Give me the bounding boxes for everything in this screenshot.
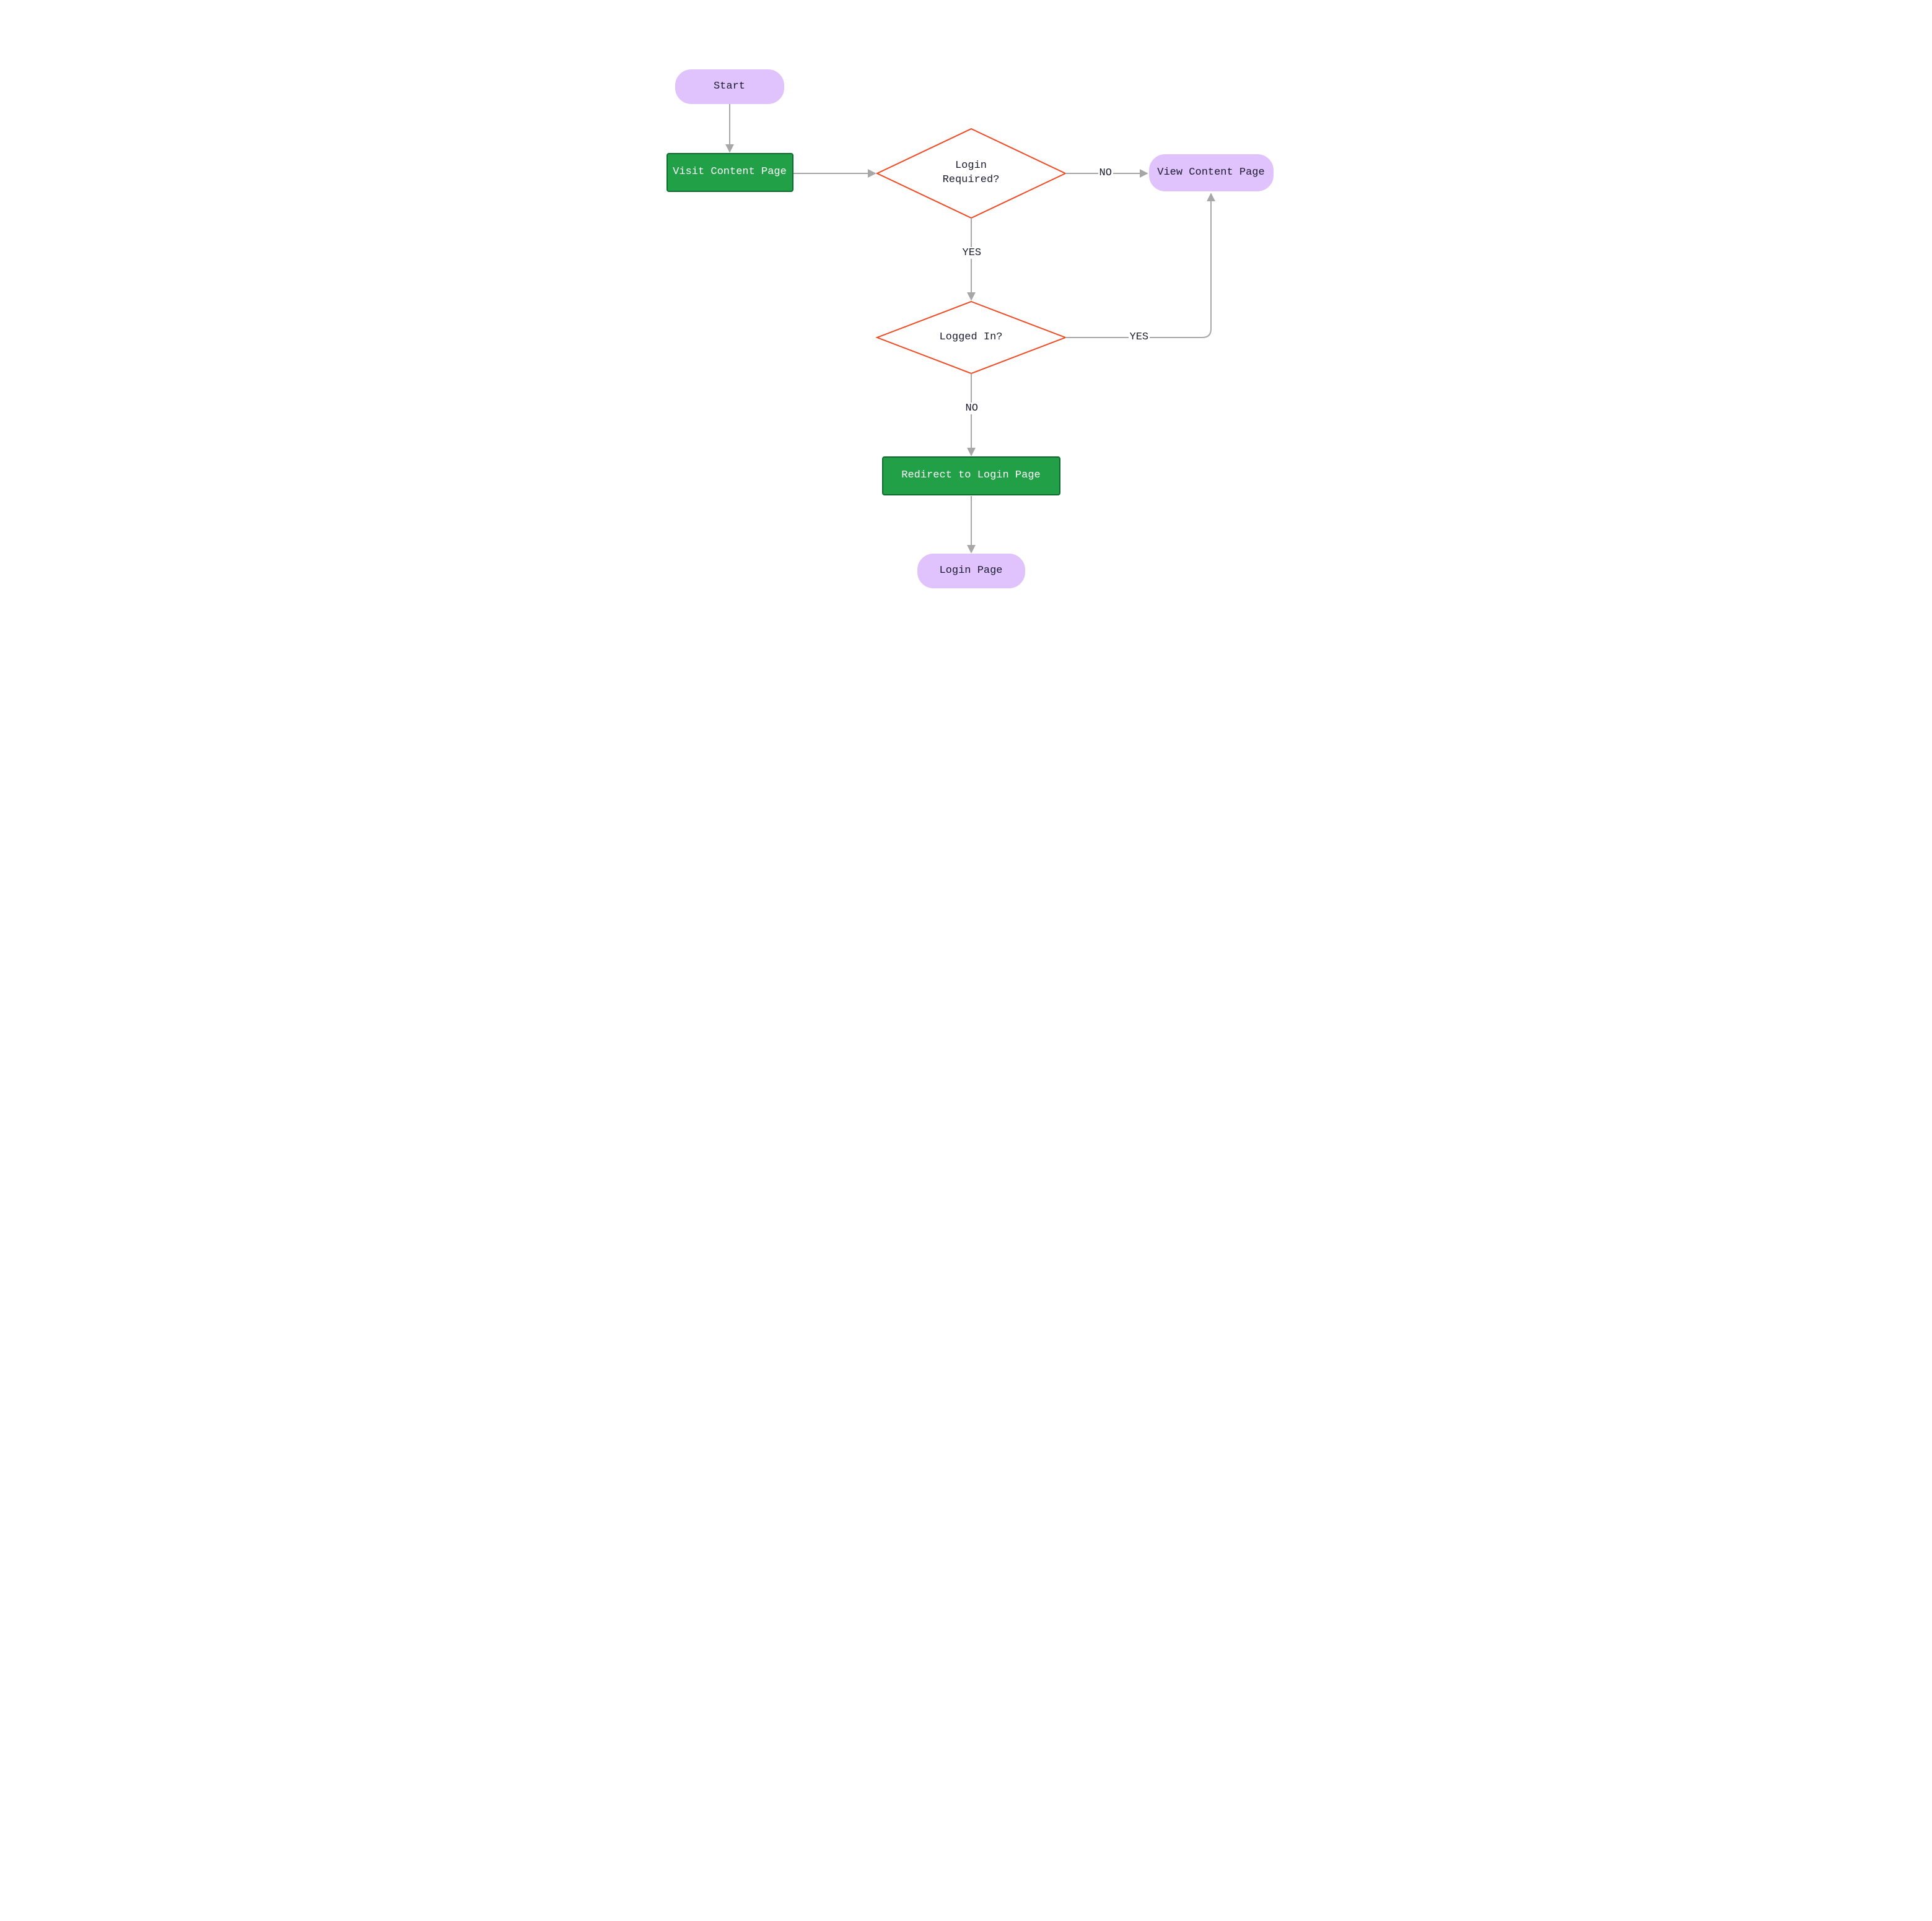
node-view-label: View Content Page <box>1157 166 1264 180</box>
edge-label-d1-no: NO <box>1098 167 1113 179</box>
edge-label-d1-yes: YES <box>961 247 983 259</box>
node-redirect-label: Redirect to Login Page <box>901 469 1040 483</box>
node-start-label: Start <box>714 80 745 94</box>
edge-label-d2-no: NO <box>964 403 979 414</box>
edge-label-d2-yes: YES <box>1129 331 1150 343</box>
node-login-page: Login Page <box>917 554 1025 588</box>
flowchart: Start Visit Content Page Login Required?… <box>626 0 1307 677</box>
node-redirect-to-login: Redirect to Login Page <box>882 456 1060 495</box>
node-view-content-page: View Content Page <box>1149 154 1274 191</box>
node-login-page-label: Login Page <box>939 564 1002 578</box>
decision-login-required-text: Login Required? <box>909 152 1033 195</box>
node-start: Start <box>675 69 784 104</box>
decision-logged-in-text: Logged In? <box>909 322 1033 353</box>
node-visit-label: Visit Content Page <box>673 165 787 180</box>
edge-decide2-yes-to-view <box>1065 194 1211 338</box>
decision-login-required-label: Login Required? <box>943 159 1000 188</box>
node-visit-content-page: Visit Content Page <box>667 153 793 192</box>
decision-logged-in-label: Logged In? <box>939 331 1002 345</box>
